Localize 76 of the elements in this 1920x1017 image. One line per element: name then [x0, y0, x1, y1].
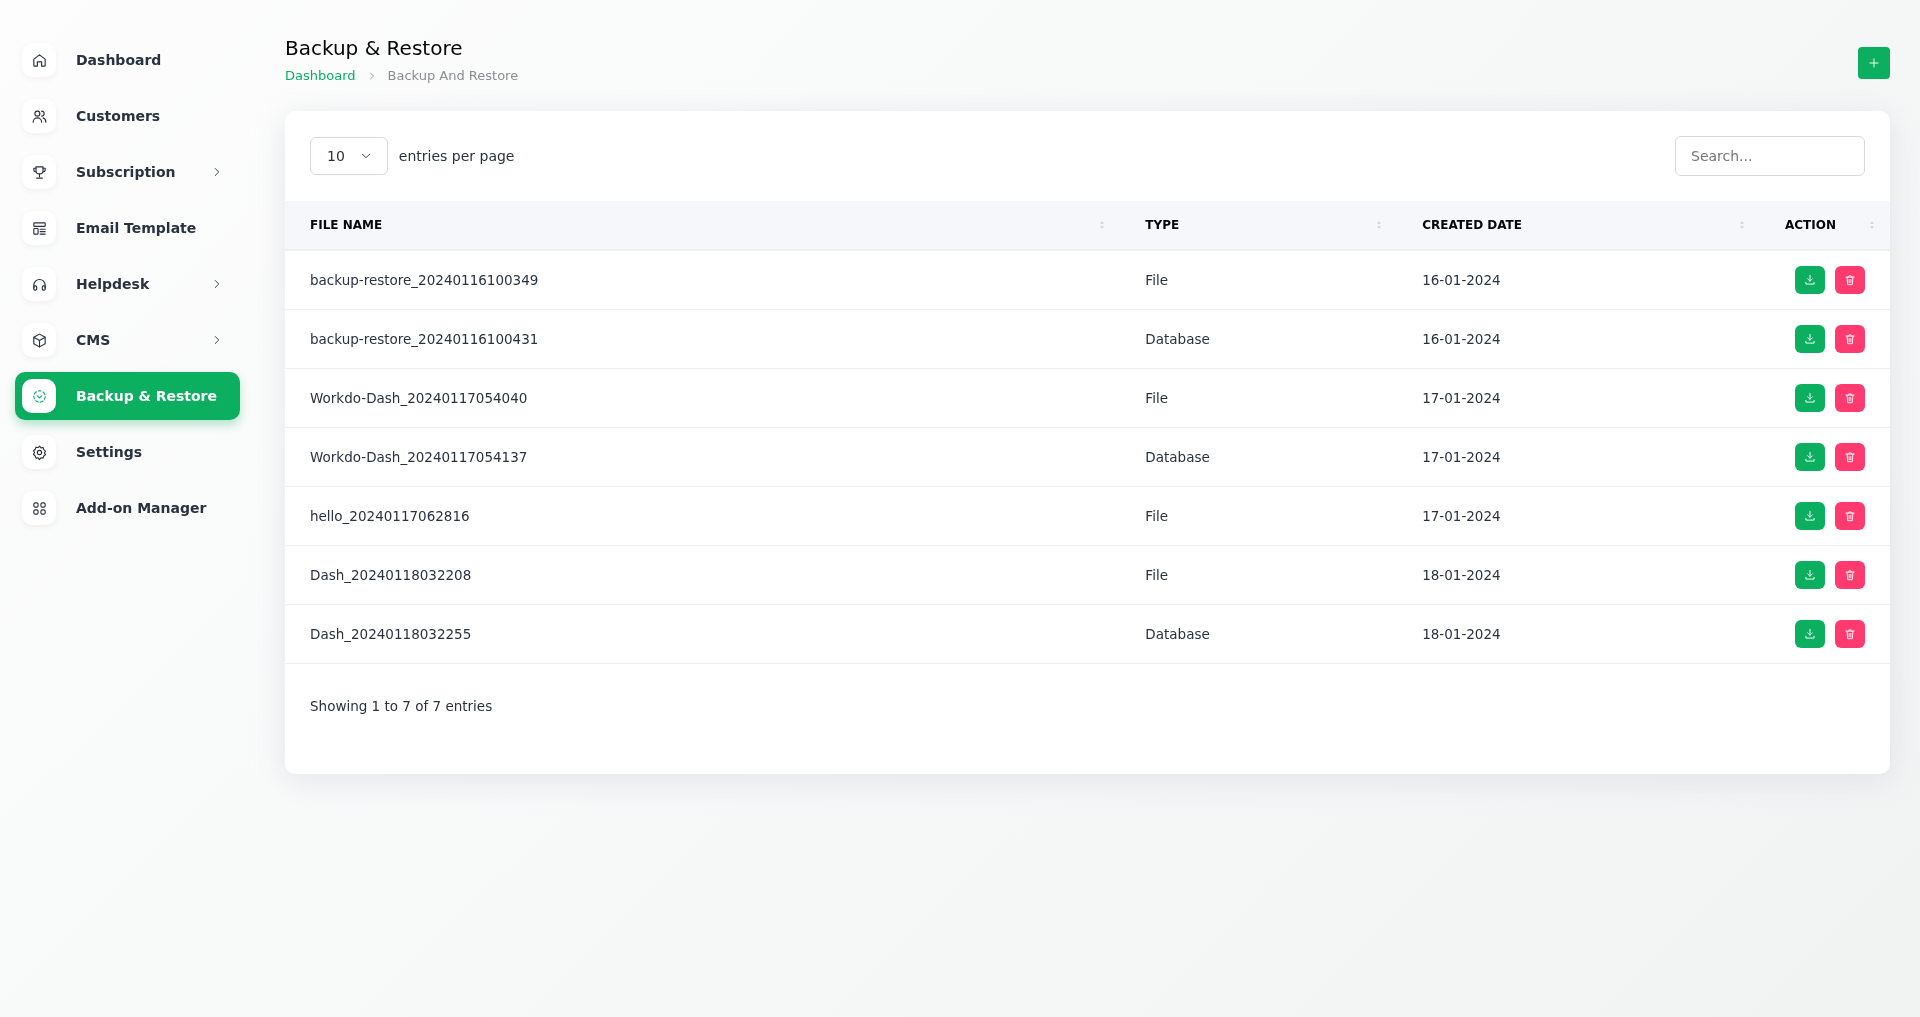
- trash-icon: [1843, 508, 1857, 523]
- table-cell: File: [1145, 507, 1168, 524]
- page-title: Backup & Restore: [285, 36, 464, 60]
- trash-icon: [1843, 626, 1857, 641]
- table-cell: Database: [1145, 448, 1210, 465]
- table-cell: 17-01-2024: [1422, 507, 1501, 524]
- table-cell: File: [1145, 566, 1168, 583]
- download-icon: [1803, 626, 1817, 641]
- download-icon: [1803, 272, 1817, 287]
- trash-icon: [1843, 390, 1857, 405]
- table-cell: Database: [1145, 330, 1210, 347]
- column-header[interactable]: FILE NAME: [310, 218, 383, 232]
- download-icon: [1803, 508, 1817, 523]
- sidebar-item[interactable]: CMS: [15, 316, 240, 364]
- download-button[interactable]: [1795, 501, 1825, 530]
- sidebar-item[interactable]: Subscription: [15, 148, 240, 196]
- download-icon: [1803, 331, 1817, 346]
- table-cell: 17-01-2024: [1422, 448, 1501, 465]
- table-cell: 16-01-2024: [1422, 271, 1501, 288]
- table-cell: 17-01-2024: [1422, 389, 1501, 406]
- sidebar-item[interactable]: Email Template: [15, 204, 240, 252]
- sidebar-item[interactable]: Settings: [15, 428, 240, 476]
- delete-button[interactable]: [1835, 442, 1865, 471]
- table-cell: 18-01-2024: [1422, 566, 1501, 583]
- table-cell: backup-restore_20240116100349: [310, 271, 539, 288]
- cube-icon: [30, 331, 48, 349]
- table-cell: File: [1145, 271, 1168, 288]
- table-cell: Dash_20240118032208: [310, 566, 472, 583]
- delete-button[interactable]: [1835, 619, 1865, 648]
- delete-button[interactable]: [1835, 265, 1865, 294]
- home-icon: [30, 51, 48, 69]
- table-cell: backup-restore_20240116100431: [310, 330, 539, 347]
- delete-button[interactable]: [1835, 324, 1865, 353]
- table-cell: Workdo-Dash_20240117054137: [310, 448, 528, 465]
- sidebar-item[interactable]: Add-on Manager: [15, 484, 240, 532]
- delete-button[interactable]: [1835, 383, 1865, 412]
- trash-icon: [1843, 272, 1857, 287]
- plus-icon: [1867, 56, 1881, 70]
- trash-icon: [1843, 567, 1857, 582]
- column-header[interactable]: ACTION: [1785, 218, 1836, 232]
- entries-summary: Showing 1 to 7 of 7 entries: [309, 696, 494, 714]
- download-icon: [1803, 449, 1817, 464]
- search-field[interactable]: Search...: [1675, 136, 1865, 176]
- page-size-select[interactable]: 10: [310, 137, 388, 175]
- trash-icon: [1843, 331, 1857, 346]
- delete-button[interactable]: [1835, 501, 1865, 530]
- breadcrumb-current: Backup And Restore: [387, 68, 519, 83]
- download-button[interactable]: [1795, 324, 1825, 353]
- table-cell: Database: [1145, 625, 1210, 642]
- delete-button[interactable]: [1835, 560, 1865, 589]
- add-button[interactable]: [1858, 47, 1890, 79]
- table-cell: Workdo-Dash_20240117054040: [310, 389, 528, 406]
- sidebar-item[interactable]: Dashboard: [15, 36, 240, 84]
- apps-icon: [30, 499, 48, 517]
- entries-per-page-label: entries per page: [398, 148, 515, 164]
- trophy-icon: [30, 163, 48, 181]
- download-icon: [1803, 390, 1817, 405]
- template-icon: [30, 219, 48, 237]
- table-cell: hello_20240117062816: [310, 507, 470, 524]
- cycle-icon: [30, 387, 48, 405]
- trash-icon: [1843, 449, 1857, 464]
- table-cell: File: [1145, 389, 1168, 406]
- table-cell: Dash_20240118032255: [310, 625, 472, 642]
- download-icon: [1803, 567, 1817, 582]
- table-cell: 18-01-2024: [1422, 625, 1501, 642]
- download-button[interactable]: [1795, 265, 1825, 294]
- sidebar-item[interactable]: Customers: [15, 92, 240, 140]
- column-header[interactable]: CREATED DATE: [1422, 218, 1522, 232]
- gear-icon: [30, 443, 48, 461]
- column-header[interactable]: TYPE: [1145, 218, 1180, 232]
- download-button[interactable]: [1795, 442, 1825, 471]
- download-button[interactable]: [1795, 383, 1825, 412]
- table-cell: 16-01-2024: [1422, 330, 1501, 347]
- download-button[interactable]: [1795, 560, 1825, 589]
- download-button[interactable]: [1795, 619, 1825, 648]
- sidebar-item[interactable]: Helpdesk: [15, 260, 240, 308]
